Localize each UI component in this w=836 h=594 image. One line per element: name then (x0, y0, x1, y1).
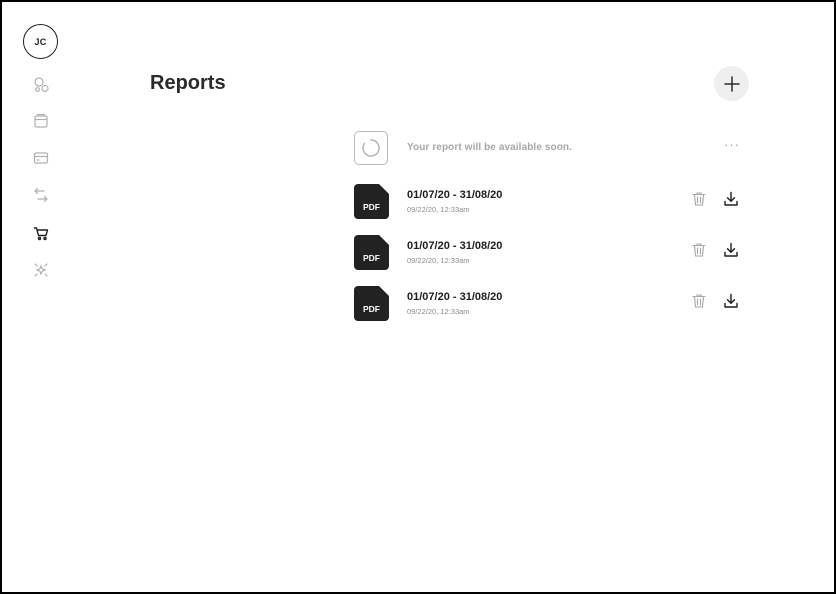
pending-message: Your report will be available soon. (407, 142, 573, 153)
file-type-label: PDF (363, 253, 380, 263)
delete-button[interactable] (690, 190, 708, 208)
loading-icon (354, 131, 388, 165)
report-row: PDF 01/07/20 - 31/08/20 09/22/20, 12:33a… (354, 286, 754, 322)
trash-icon (692, 192, 706, 206)
nav-card-icon[interactable] (30, 147, 52, 169)
avatar[interactable]: JC (23, 24, 58, 59)
delete-button[interactable] (690, 241, 708, 259)
report-title: 01/07/20 - 31/08/20 (407, 240, 503, 252)
nav-cart-icon[interactable] (30, 222, 52, 244)
delete-button[interactable] (690, 292, 708, 310)
report-date: 09/22/20, 12:33am (407, 307, 470, 316)
report-date: 09/22/20, 12:33am (407, 256, 470, 265)
download-button[interactable] (722, 190, 740, 208)
download-icon (724, 293, 738, 308)
pdf-file-icon: PDF (354, 286, 389, 321)
download-icon (724, 242, 738, 257)
download-button[interactable] (722, 292, 740, 310)
page-title: Reports (150, 72, 226, 94)
report-title: 01/07/20 - 31/08/20 (407, 291, 503, 303)
report-date: 09/22/20, 12:33am (407, 205, 470, 214)
add-report-button[interactable] (714, 66, 749, 101)
report-row: PDF 01/07/20 - 31/08/20 09/22/20, 12:33a… (354, 184, 754, 220)
trash-icon (692, 294, 706, 308)
pdf-file-icon: PDF (354, 235, 389, 270)
pdf-file-icon: PDF (354, 184, 389, 219)
report-title: 01/07/20 - 31/08/20 (407, 189, 503, 201)
download-button[interactable] (722, 241, 740, 259)
app-frame: JC Reports Your report will be available… (0, 0, 836, 594)
file-type-label: PDF (363, 304, 380, 314)
file-type-label: PDF (363, 202, 380, 212)
report-row: PDF 01/07/20 - 31/08/20 09/22/20, 12:33a… (354, 235, 754, 271)
download-icon (724, 191, 738, 206)
nav-sparkle-icon[interactable] (30, 259, 52, 281)
more-options-button[interactable]: ··· (723, 138, 741, 154)
nav-wallet-icon[interactable] (30, 110, 52, 132)
plus-icon (723, 75, 740, 92)
pending-report-row: Your report will be available soon. ··· (354, 131, 754, 167)
nav-transfer-icon[interactable] (30, 184, 52, 206)
nav-circles-icon[interactable] (30, 74, 52, 96)
trash-icon (692, 243, 706, 257)
